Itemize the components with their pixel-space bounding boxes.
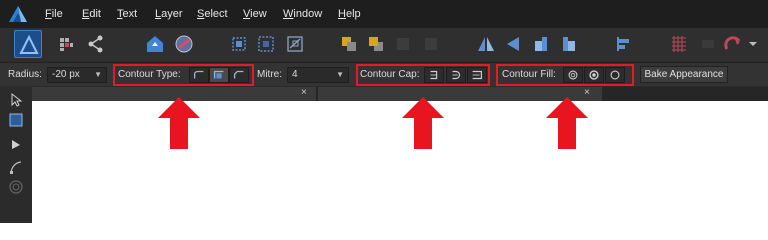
radius-dropdown-chevron-icon[interactable]: ▼ xyxy=(94,68,102,82)
move-tool-icon[interactable] xyxy=(8,92,24,108)
export-persona-share-icon[interactable] xyxy=(84,33,108,55)
flip-vertical-icon[interactable] xyxy=(501,33,525,55)
pixel-persona-button[interactable] xyxy=(54,33,78,55)
menu-select[interactable]: Select xyxy=(197,7,228,21)
snapping-magnet-icon[interactable] xyxy=(172,33,196,55)
contour-fill-arrow-icon xyxy=(545,96,589,150)
align-left-icon[interactable] xyxy=(611,33,635,55)
flip-horizontal-icon[interactable] xyxy=(474,33,498,55)
node-tool-icon[interactable] xyxy=(8,137,24,153)
contour-cap-arrow-icon xyxy=(401,96,445,150)
document-tab-strip: × × xyxy=(32,87,768,101)
contour-type-highlight-box xyxy=(113,64,254,86)
menu-view[interactable]: View xyxy=(243,7,267,21)
menu-bar: File Edit Text Layer Select View Window … xyxy=(0,0,768,28)
rotate-left-icon[interactable] xyxy=(529,33,553,55)
pen-tool-icon[interactable] xyxy=(8,159,24,175)
document-canvas[interactable] xyxy=(32,101,768,223)
contour-type-arrow-icon xyxy=(157,96,201,150)
transform-origin-icon[interactable] xyxy=(227,33,251,55)
radius-value: -20 px xyxy=(52,69,80,80)
snapping-dropdown-chevron-icon[interactable] xyxy=(746,33,760,55)
affinity-logo-icon xyxy=(7,4,29,24)
radius-label: Radius: xyxy=(8,69,42,80)
contour-fill-highlight-box xyxy=(496,64,634,86)
arrange-back-icon[interactable] xyxy=(337,33,361,55)
main-toolbar xyxy=(0,28,768,61)
designer-persona-button[interactable] xyxy=(14,30,42,58)
arrange-back-disabled-icon[interactable] xyxy=(419,33,443,55)
menu-layer[interactable]: Layer xyxy=(155,7,183,21)
rotate-right-icon[interactable] xyxy=(557,33,581,55)
menu-file[interactable]: File xyxy=(45,7,63,21)
arrange-forward-icon[interactable] xyxy=(364,33,388,55)
assistant-home-icon[interactable] xyxy=(143,33,167,55)
select-bounds-icon[interactable] xyxy=(254,33,278,55)
affinity-app-window: File Edit Text Layer Select View Window … xyxy=(0,0,768,223)
menu-text[interactable]: Text xyxy=(117,7,137,21)
mitre-value: 4 xyxy=(292,69,298,80)
menu-window[interactable]: Window xyxy=(283,7,322,21)
bake-appearance-button[interactable]: Bake Appearance xyxy=(640,66,728,83)
artboard-tool-icon[interactable] xyxy=(8,112,24,128)
menu-edit[interactable]: Edit xyxy=(82,7,101,21)
radius-field[interactable]: -20 px ▼ xyxy=(47,67,107,83)
rotate-bounds-icon[interactable] xyxy=(283,33,307,55)
mitre-label: Mitre: xyxy=(257,69,282,80)
grid-settings-icon[interactable] xyxy=(667,33,691,55)
contour-tool-icon[interactable] xyxy=(8,179,24,195)
menu-help[interactable]: Help xyxy=(338,7,361,21)
geometry-disabled-icon[interactable] xyxy=(696,33,720,55)
contour-cap-highlight-box xyxy=(356,64,490,86)
tools-panel xyxy=(0,87,32,223)
close-tab-1-icon[interactable]: × xyxy=(301,87,307,99)
mitre-dropdown-chevron-icon[interactable]: ▼ xyxy=(336,68,344,82)
arrange-front-disabled-icon[interactable] xyxy=(391,33,415,55)
mitre-field[interactable]: 4 ▼ xyxy=(287,67,349,83)
snapping-icon[interactable] xyxy=(721,33,745,55)
